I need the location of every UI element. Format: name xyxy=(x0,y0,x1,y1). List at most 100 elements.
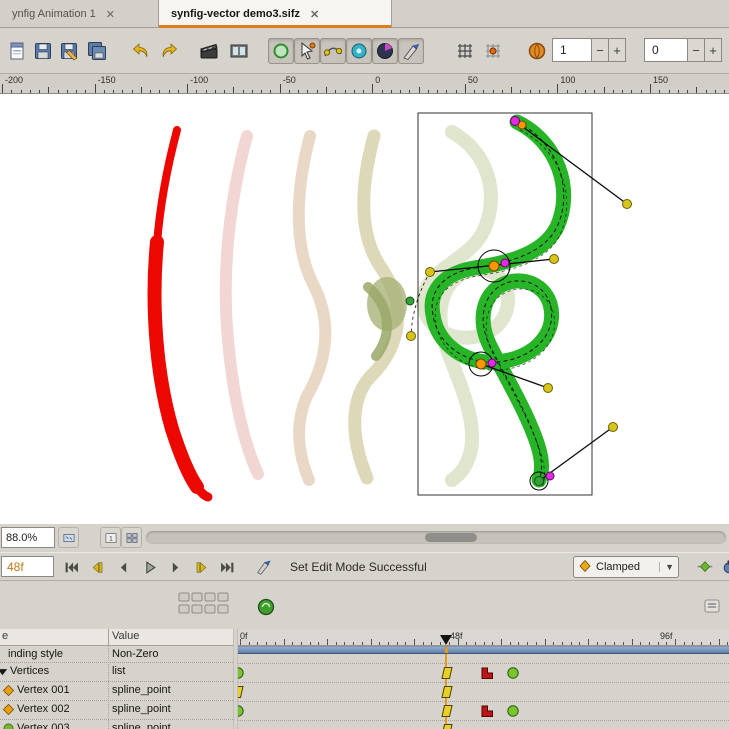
ruler-tick xyxy=(122,90,123,93)
default-interpolation-dropdown[interactable]: Clamped ▼ xyxy=(573,556,679,578)
timetrack-tick xyxy=(692,642,693,645)
status-message: Set Edit Mode Successful xyxy=(290,553,427,580)
prev-frame-button[interactable] xyxy=(110,556,136,578)
ruler-tick xyxy=(659,90,660,93)
timetrack-tick xyxy=(379,642,380,645)
time-cursor-icon[interactable] xyxy=(440,635,452,645)
panel-menu-icon[interactable] xyxy=(703,597,721,618)
clamped-waypoint[interactable] xyxy=(238,685,245,699)
canvas-artwork[interactable] xyxy=(0,94,729,524)
toggle-position-handles-icon[interactable] xyxy=(268,38,294,64)
onion-skin-button-icon[interactable] xyxy=(524,38,550,64)
tab-synfig-animation-1[interactable]: ynfig Animation 1 ✕ xyxy=(0,0,150,28)
clamped-waypoint[interactable] xyxy=(440,704,454,718)
constant-waypoint[interactable] xyxy=(480,666,494,680)
time-slider-bar[interactable] xyxy=(238,646,729,654)
param-value[interactable]: list xyxy=(112,665,125,677)
tcb-waypoint[interactable] xyxy=(506,704,520,718)
ruler-tick xyxy=(446,90,447,93)
clamped-interpolation-icon xyxy=(578,559,592,576)
plus-button[interactable]: + xyxy=(609,38,626,62)
param-row[interactable]: Verticeslist xyxy=(0,663,233,682)
ruler-tick xyxy=(465,84,466,93)
play-button[interactable] xyxy=(136,556,162,578)
toggle-vertex-handles-icon[interactable] xyxy=(294,38,320,64)
timetrack-tick xyxy=(327,639,328,645)
next-keyframe-button[interactable] xyxy=(188,556,214,578)
timetrack-ruler[interactable]: 0f48f96f xyxy=(238,629,729,646)
pen-icon[interactable] xyxy=(252,555,276,579)
plus-button[interactable]: + xyxy=(705,38,722,62)
column-divider[interactable] xyxy=(108,629,109,646)
name-column-header[interactable]: e xyxy=(2,630,8,642)
chevron-down-icon[interactable]: ▼ xyxy=(659,562,674,572)
tab-synfig-vector-demo3[interactable]: synfig-vector demo3.sifz ✕ xyxy=(158,0,392,28)
constant-waypoint[interactable] xyxy=(480,704,494,718)
zoom-reset-button[interactable]: 1 xyxy=(100,527,121,548)
seek-end-button[interactable] xyxy=(214,556,240,578)
past-onion-skin-spinner[interactable]: 1 − + xyxy=(552,38,626,62)
zoom-level-field[interactable]: 88.0% xyxy=(1,527,55,548)
expander-icon[interactable] xyxy=(0,665,9,681)
param-row[interactable]: inding style Non-Zero xyxy=(0,646,233,663)
minus-button[interactable]: − xyxy=(592,38,609,62)
dock-grip-icon[interactable] xyxy=(178,592,230,617)
row-separator xyxy=(238,663,729,664)
toggle-angle-handles-icon[interactable] xyxy=(372,38,398,64)
preview-button-icon[interactable] xyxy=(226,38,252,64)
future-onion-skin-spinner[interactable]: 0 − + xyxy=(644,38,722,62)
timetrack-rows[interactable] xyxy=(238,654,729,729)
ruler-tick xyxy=(696,87,697,93)
tcb-waypoint[interactable] xyxy=(238,704,245,718)
timetrack-tick xyxy=(405,642,406,645)
save-all-button-icon[interactable] xyxy=(84,38,110,64)
seek-begin-button[interactable] xyxy=(58,556,84,578)
param-value[interactable]: spline_point xyxy=(112,684,171,696)
green-shape[interactable] xyxy=(432,122,564,480)
ruler-tick xyxy=(307,90,308,93)
tcb-waypoint[interactable] xyxy=(238,666,245,680)
minus-button[interactable]: − xyxy=(688,38,705,62)
canvas-workarea[interactable] xyxy=(0,94,729,524)
param-value[interactable]: spline_point xyxy=(112,722,171,729)
tcb-waypoint[interactable] xyxy=(506,666,520,680)
close-icon[interactable]: ✕ xyxy=(106,8,115,21)
toggle-width-handles-icon[interactable] xyxy=(398,38,424,64)
clamped-waypoint[interactable] xyxy=(440,685,454,699)
value-column-header[interactable]: Value xyxy=(112,630,139,642)
workspace-layout-button[interactable] xyxy=(121,527,142,548)
diamond-value-icon xyxy=(2,684,15,700)
param-row[interactable]: Vertex 003spline_point xyxy=(0,720,233,729)
redo-button-icon[interactable] xyxy=(156,38,182,64)
zoom-fit-button[interactable] xyxy=(58,527,79,548)
current-frame-field[interactable]: 48f xyxy=(1,556,54,577)
timetrack-tick xyxy=(501,639,502,645)
save-button-icon[interactable] xyxy=(30,38,56,64)
undo-button-icon[interactable] xyxy=(128,38,154,64)
past-onion-value[interactable]: 1 xyxy=(552,38,592,62)
toggle-radius-handles-icon[interactable] xyxy=(346,38,372,64)
jack-sync-button[interactable] xyxy=(718,555,729,579)
close-icon[interactable]: ✕ xyxy=(310,8,319,21)
clamped-waypoint[interactable] xyxy=(440,666,454,680)
future-onion-value[interactable]: 0 xyxy=(644,38,688,62)
param-row[interactable]: Vertex 002spline_point xyxy=(0,701,233,720)
timetrack-tick xyxy=(257,642,258,645)
keyframe-lock-button[interactable] xyxy=(694,555,716,579)
prev-keyframe-button[interactable] xyxy=(84,556,110,578)
param-value[interactable]: spline_point xyxy=(112,703,171,715)
new-doc-button-icon[interactable] xyxy=(4,38,30,64)
ruler-tick xyxy=(548,90,549,93)
snap-grid-button-icon[interactable] xyxy=(480,38,506,64)
horizontal-scrollbar-thumb[interactable] xyxy=(425,533,477,542)
next-frame-button[interactable] xyxy=(162,556,188,578)
save-as-button-icon[interactable] xyxy=(56,38,82,64)
param-row[interactable]: Vertex 001spline_point xyxy=(0,682,233,701)
param-value[interactable]: Non-Zero xyxy=(112,648,158,660)
render-button-icon[interactable] xyxy=(196,38,222,64)
timetrack-panel-icon[interactable] xyxy=(257,598,275,619)
clamped-waypoint[interactable] xyxy=(440,723,454,729)
param-name: inding style xyxy=(8,648,63,660)
toggle-tangent-handles-icon[interactable] xyxy=(320,38,346,64)
toggle-grid-button-icon[interactable] xyxy=(452,38,478,64)
